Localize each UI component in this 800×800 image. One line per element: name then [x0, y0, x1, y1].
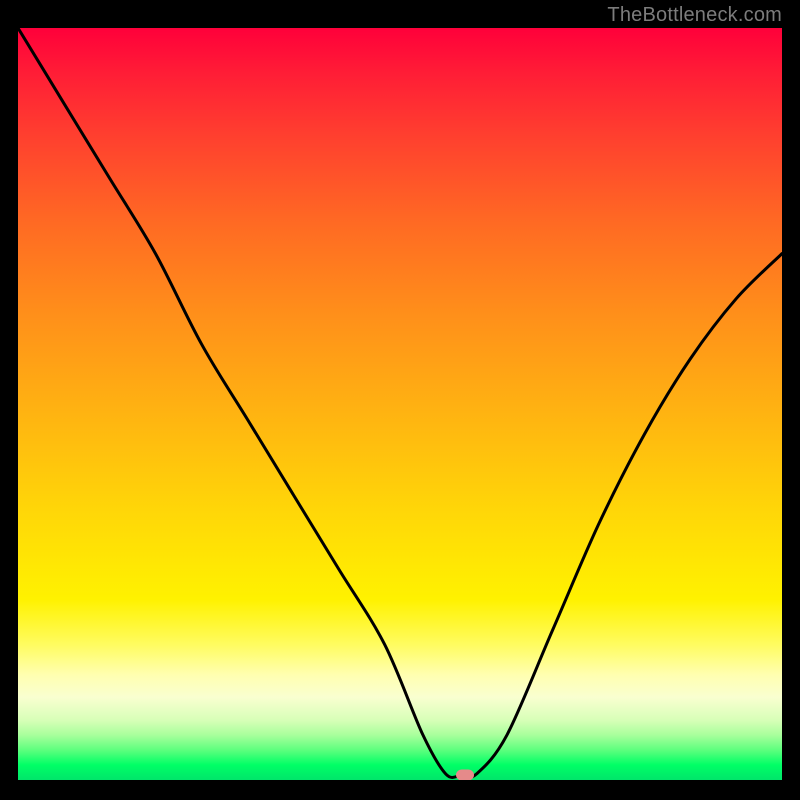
watermark-text: TheBottleneck.com: [607, 4, 782, 27]
optimum-marker: [456, 770, 474, 780]
plot-area: [18, 28, 782, 780]
curve-layer: [18, 28, 782, 780]
chart-frame: TheBottleneck.com: [0, 0, 800, 800]
bottleneck-curve: [18, 28, 782, 777]
